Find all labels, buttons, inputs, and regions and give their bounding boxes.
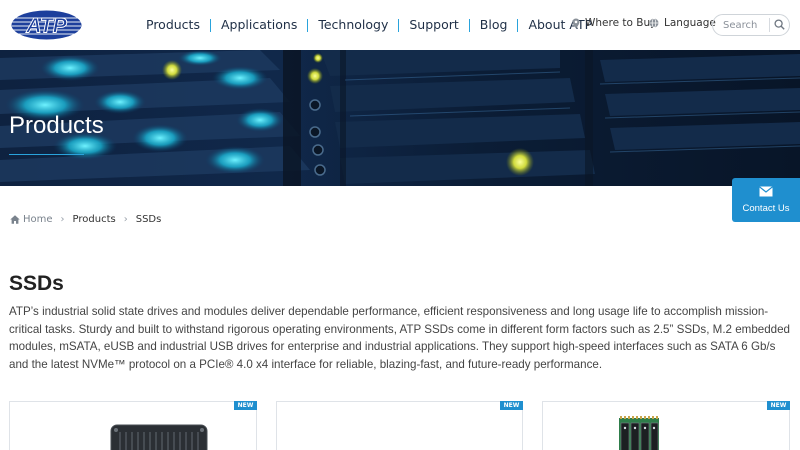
ssd-2-5-image xyxy=(110,424,208,450)
breadcrumb-products[interactable]: Products xyxy=(73,214,116,225)
where-to-buy-link[interactable]: Where to Buy xyxy=(572,17,656,29)
product-card[interactable]: NEW xyxy=(276,401,523,450)
server-rack-image xyxy=(0,50,800,186)
breadcrumb-ssds: SSDs xyxy=(135,214,162,225)
envelope-icon xyxy=(759,186,773,197)
new-badge: NEW xyxy=(500,401,523,410)
breadcrumb-home-label: Home xyxy=(23,214,53,225)
language-selector[interactable]: Language xyxy=(649,17,716,29)
search-input[interactable] xyxy=(723,18,771,32)
banner-underline xyxy=(9,154,84,155)
logo-text: ATP xyxy=(25,15,67,38)
page-title: SSDs xyxy=(9,272,64,295)
where-to-buy-label: Where to Buy xyxy=(585,17,657,29)
contact-us-button[interactable]: Contact Us xyxy=(732,178,800,222)
nav-products[interactable]: Products xyxy=(136,16,210,34)
nav-blog[interactable]: Blog xyxy=(470,16,518,34)
product-card[interactable]: NEW xyxy=(542,401,790,450)
breadcrumb: Home › Products › SSDs xyxy=(10,214,161,225)
chevron-right-icon: › xyxy=(123,214,128,225)
product-card[interactable]: NEW xyxy=(9,401,257,450)
globe-icon xyxy=(649,18,659,28)
hero-banner: Products xyxy=(0,50,800,186)
chevron-right-icon: › xyxy=(60,214,65,225)
main-nav: Products Applications Technology Support… xyxy=(136,16,602,34)
new-badge: NEW xyxy=(234,401,257,410)
banner-title: Products xyxy=(9,112,104,139)
search-icon[interactable] xyxy=(774,19,785,30)
atp-logo[interactable]: ATP xyxy=(11,10,82,40)
search-divider xyxy=(769,18,770,32)
site-header: ATP Products Applications Technology Sup… xyxy=(0,0,800,50)
page-description: ATP’s industrial solid state drives and … xyxy=(9,305,791,371)
nav-support[interactable]: Support xyxy=(399,16,468,34)
m2-module-image xyxy=(619,416,659,450)
map-pin-icon xyxy=(572,18,580,28)
home-icon xyxy=(10,215,20,224)
breadcrumb-home[interactable]: Home xyxy=(10,214,53,225)
new-badge: NEW xyxy=(767,401,790,410)
language-label: Language xyxy=(664,17,716,29)
nav-applications[interactable]: Applications xyxy=(211,16,307,34)
nav-technology[interactable]: Technology xyxy=(308,16,398,34)
search-box xyxy=(712,14,790,36)
contact-us-label: Contact Us xyxy=(742,203,790,214)
